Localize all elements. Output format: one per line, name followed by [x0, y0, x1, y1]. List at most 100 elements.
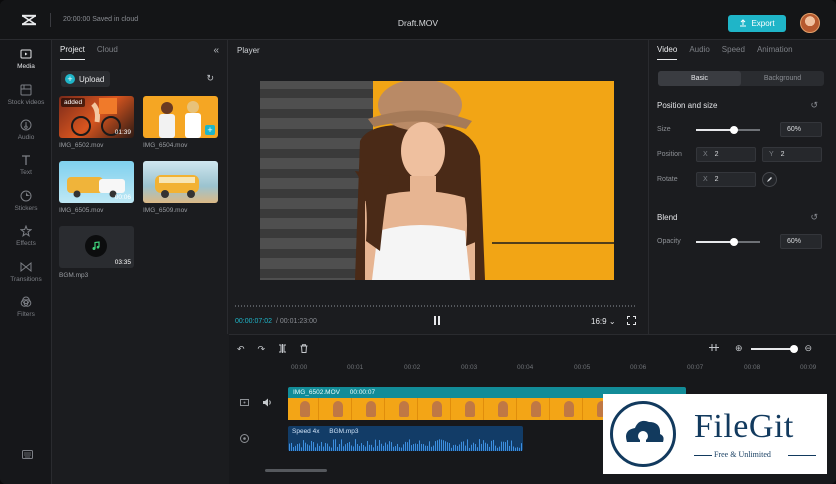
media-clip-bgm[interactable]: 03:35	[59, 226, 134, 268]
tab-speed[interactable]: Speed	[722, 45, 745, 60]
upload-icon	[739, 18, 747, 29]
undo-icon[interactable]: ↶	[237, 344, 245, 355]
added-badge: added	[61, 98, 86, 107]
rail-item-stock-videos[interactable]: Stock videos	[0, 84, 52, 106]
pen-icon	[767, 177, 772, 182]
ruler-tick: 00:06	[630, 364, 647, 371]
rail-label: Media	[17, 63, 35, 70]
clip-name: BGM.mp3	[59, 272, 89, 279]
plus-icon: +	[65, 74, 75, 84]
delete-icon[interactable]	[300, 344, 308, 355]
tab-cloud[interactable]: Cloud	[97, 45, 118, 60]
export-label: Export	[751, 19, 775, 28]
pause-icon	[434, 316, 440, 325]
size-value: 60%	[787, 126, 802, 133]
media-clip-img6505[interactable]: 00:06	[59, 161, 134, 203]
rail-item-audio[interactable]: Audio	[0, 119, 52, 141]
media-clip-img6504[interactable]: +	[143, 96, 218, 138]
user-avatar[interactable]	[800, 13, 820, 33]
position-label: Position	[657, 151, 682, 158]
slider-knob[interactable]	[789, 344, 798, 353]
fullscreen-icon[interactable]	[627, 316, 636, 325]
filters-icon	[20, 296, 32, 307]
position-y-input[interactable]: Y 2	[762, 147, 822, 162]
filegit-watermark: FileGit Free & Unlimited	[603, 394, 827, 474]
pause-button[interactable]	[433, 316, 441, 327]
watermark-rule	[788, 455, 816, 456]
watermark-rule	[694, 455, 712, 456]
upload-button[interactable]: + Upload	[61, 71, 110, 87]
zoom-in-icon[interactable]: ⊕	[735, 343, 743, 354]
rail-label: Stickers	[14, 205, 38, 212]
add-to-timeline-icon[interactable]: +	[205, 125, 215, 135]
music-note-icon	[85, 235, 107, 257]
rail-label: Effects	[16, 240, 36, 247]
media-clip-img6502[interactable]: added 01:39	[59, 96, 134, 138]
total-time: / 00:01:23:00	[276, 318, 317, 325]
clip-thumbnail	[155, 175, 199, 198]
zoom-slider[interactable]	[750, 344, 798, 353]
split-icon[interactable]	[278, 344, 287, 355]
redo-icon[interactable]: ↷	[258, 344, 266, 355]
audio-waveform	[289, 439, 522, 451]
rail-item-stickers[interactable]: Stickers	[0, 190, 52, 212]
tab-animation[interactable]: Animation	[757, 45, 793, 60]
rotate-input[interactable]: X 2	[696, 172, 756, 187]
slider-knob[interactable]	[730, 126, 738, 134]
reset-icon[interactable]: ↺	[810, 100, 818, 111]
rotate-keyframe-button[interactable]	[762, 172, 777, 187]
document-title[interactable]: Draft.MOV	[0, 18, 836, 28]
clip-frame	[432, 401, 442, 417]
opacity-input[interactable]: 60%	[780, 234, 822, 249]
video-preview[interactable]	[260, 81, 614, 280]
rail-item-media[interactable]: Media	[0, 48, 52, 70]
aspect-ratio-select[interactable]: 16:9 ⌄	[591, 317, 616, 326]
clip-frame	[366, 401, 376, 417]
slider-fill	[750, 347, 791, 350]
collapse-panel-icon[interactable]: «	[213, 45, 219, 56]
rail-item-effects[interactable]: Effects	[0, 225, 52, 247]
clip-name: IMG_6504.mov	[143, 142, 188, 149]
rail-item-transitions[interactable]: Transitions	[0, 261, 52, 283]
audio-track-clip[interactable]: Speed 4x BGM.mp3	[288, 426, 523, 451]
ruler-tick: 00:07	[687, 364, 704, 371]
size-input[interactable]: 60%	[780, 122, 822, 137]
cloud-lock-icon	[626, 420, 664, 442]
reset-icon[interactable]: ↺	[810, 212, 818, 223]
track-volume-icon[interactable]	[262, 398, 272, 409]
audio-track-icon[interactable]	[240, 434, 249, 445]
rail-label: Text	[20, 169, 32, 176]
tab-video[interactable]: Video	[657, 45, 678, 60]
tab-audio[interactable]: Audio	[689, 45, 709, 60]
video-editor-app: 20:00:00 Saved in cloud Draft.MOV Export…	[0, 0, 836, 484]
ruler-tick: 00:02	[404, 364, 421, 371]
media-clip-img6509[interactable]	[143, 161, 218, 203]
clip-frame	[333, 401, 343, 417]
timeline-ruler[interactable]: 00:00 00:01 00:02 00:03 00:04 00:05 00:0…	[287, 362, 836, 376]
size-slider[interactable]	[696, 126, 760, 134]
track-cover-icon[interactable]	[240, 399, 249, 408]
timeline-horizontal-scrollbar[interactable]	[265, 469, 327, 472]
properties-panel: Video Audio Speed Animation Basic Backgr…	[648, 40, 836, 334]
clip-frame	[300, 401, 310, 417]
rail-item-text[interactable]: Text	[0, 154, 52, 176]
snap-icon[interactable]	[709, 343, 719, 354]
position-x-input[interactable]: X 2	[696, 147, 756, 162]
effects-icon	[20, 225, 32, 237]
media-icon	[20, 49, 32, 59]
slider-knob[interactable]	[730, 238, 738, 246]
refresh-icon[interactable]: ↻	[206, 73, 214, 84]
keyboard-shortcuts-icon[interactable]	[22, 450, 33, 461]
zoom-out-icon[interactable]: ⊖	[805, 343, 813, 354]
segment-basic[interactable]: Basic	[658, 71, 741, 86]
rotate-axis-label: X	[703, 176, 708, 183]
tab-project[interactable]: Project	[60, 45, 85, 60]
export-button[interactable]: Export	[728, 15, 786, 32]
rail-item-filters[interactable]: Filters	[0, 296, 52, 318]
ruler-tick: 00:08	[744, 364, 761, 371]
opacity-slider[interactable]	[696, 238, 760, 246]
basic-background-toggle: Basic Background	[658, 71, 824, 86]
x-axis-label: X	[703, 151, 708, 158]
segment-background[interactable]: Background	[741, 71, 824, 86]
rail-label: Transitions	[10, 276, 42, 283]
